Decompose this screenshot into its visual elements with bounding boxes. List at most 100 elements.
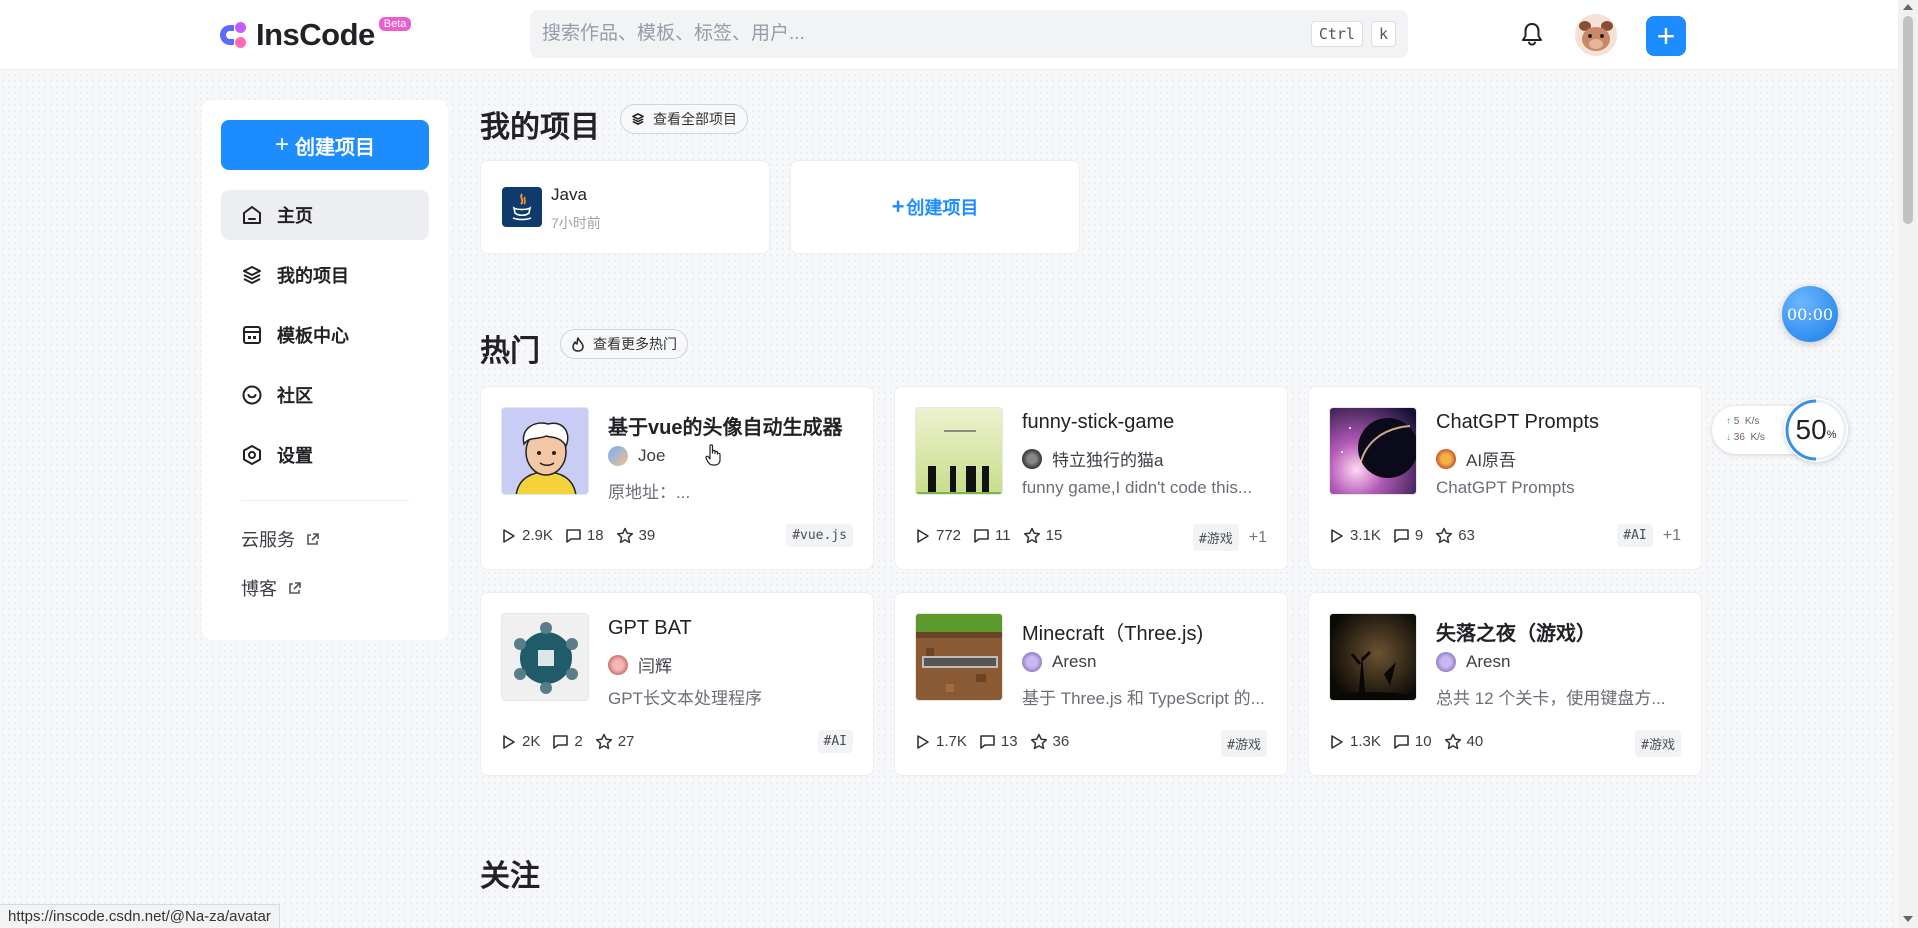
stars-stat[interactable]: 36: [1030, 733, 1069, 750]
add-button[interactable]: +: [1646, 16, 1686, 56]
external-link-icon: [289, 581, 301, 594]
sidebar-link-label: 博客: [241, 579, 277, 599]
card-stats: 1.7K 13 36: [915, 733, 1081, 750]
sidebar-link-label: 云服务: [241, 530, 295, 550]
card-author[interactable]: 特立独行的猫a: [1022, 446, 1163, 471]
sidebar-item-my-projects[interactable]: 我的项目: [221, 250, 429, 300]
comments-stat: 9: [1393, 527, 1423, 544]
search-input[interactable]: [542, 23, 1303, 45]
card-title: funny-stick-game: [1022, 411, 1175, 433]
download-speed: 36: [1733, 432, 1745, 443]
card-stats: 772 11 15: [915, 527, 1074, 544]
project-card[interactable]: funny-stick-game 特立独行的猫a funny game,I di…: [894, 386, 1288, 570]
tag[interactable]: #游戏: [1221, 730, 1267, 757]
stars-stat[interactable]: 63: [1435, 527, 1475, 544]
project-thumbnail: [1329, 613, 1417, 701]
shortcut-ctrl: Ctrl: [1310, 21, 1363, 47]
card-tags: #游戏: [1635, 730, 1681, 757]
author-name: Aresn: [1466, 652, 1511, 671]
logo[interactable]: InsCode Beta: [218, 15, 412, 55]
project-card[interactable]: 基于vue的头像自动生成器 Joe 原地址：... 2.9K 18 39 #vu…: [480, 386, 874, 570]
tag[interactable]: #AI: [1617, 524, 1653, 547]
project-card-java[interactable]: Java 7小时前: [480, 160, 770, 254]
scroll-down-arrow-icon[interactable]: [1903, 916, 1913, 922]
template-icon: [243, 326, 261, 344]
project-card[interactable]: Minecraft（Three.js) Aresn 基于 Three.js 和 …: [894, 592, 1288, 776]
card-tags: #vue.js: [786, 524, 853, 547]
sidebar: + 创建项目 主页 我的项目 模板中心 社区 设置 云服务 博客: [202, 100, 448, 640]
sidebar-link-cloud[interactable]: 云服务: [241, 526, 320, 552]
tag[interactable]: #AI: [817, 730, 853, 753]
tag[interactable]: #游戏: [1635, 730, 1681, 757]
view-more-hot-button[interactable]: 查看更多热门: [560, 329, 688, 359]
play-icon: [917, 528, 929, 543]
project-card[interactable]: ChatGPT Prompts AI原吾 ChatGPT Prompts 3.1…: [1308, 386, 1702, 570]
create-project-label: 创建项目: [295, 136, 375, 159]
card-title: GPT BAT: [608, 617, 692, 639]
stars-stat[interactable]: 15: [1023, 527, 1062, 544]
views-stat: 3.1K: [1329, 527, 1381, 544]
card-tags: #AI: [817, 730, 853, 753]
author-avatar: [608, 446, 628, 466]
card-description: funny game,I didn't code this...: [1022, 478, 1253, 497]
scrollbar-thumb[interactable]: [1903, 16, 1913, 224]
views-stat: 2K: [501, 733, 540, 750]
notification-bell-icon[interactable]: [1518, 20, 1546, 48]
author-name: 特立独行的猫a: [1052, 451, 1164, 470]
project-thumbnail: [1329, 407, 1417, 495]
card-tags: #游戏 +1: [1192, 524, 1267, 551]
card-author[interactable]: Aresn: [1436, 652, 1510, 672]
project-thumbnail: [915, 613, 1003, 701]
author-name: Aresn: [1052, 652, 1097, 671]
timer-widget[interactable]: 00:00: [1782, 286, 1838, 342]
stars-stat[interactable]: 39: [616, 527, 655, 544]
card-author[interactable]: AI原吾: [1436, 446, 1516, 471]
create-project-card[interactable]: + 创建项目: [790, 160, 1080, 254]
sidebar-item-home[interactable]: 主页: [221, 190, 429, 240]
sidebar-item-templates[interactable]: 模板中心: [221, 310, 429, 360]
card-author[interactable]: 闫辉: [608, 652, 672, 677]
plus-icon: +: [274, 131, 289, 158]
hand-cursor-icon: [705, 444, 721, 466]
author-avatar: [1022, 652, 1042, 672]
sidebar-item-community[interactable]: 社区: [221, 370, 429, 420]
card-author[interactable]: Joe: [608, 446, 665, 466]
cpu-gauge[interactable]: 50 %: [1784, 398, 1848, 462]
more-tags[interactable]: +1: [1249, 529, 1267, 547]
create-project-card-label: 创建项目: [906, 198, 979, 218]
sidebar-item-label: 设置: [277, 446, 313, 466]
page-scrollbar[interactable]: [1898, 0, 1918, 928]
project-card[interactable]: 失落之夜（游戏） Aresn 总共 12 个关卡，使用键盘方... 1.3K 1…: [1308, 592, 1702, 776]
more-tags[interactable]: +1: [1663, 527, 1681, 545]
card-description: 原地址：...: [608, 483, 691, 502]
download-arrow-icon: ↓: [1726, 432, 1731, 443]
stars-stat[interactable]: 27: [595, 733, 634, 750]
author-avatar: [1436, 652, 1456, 672]
comments-stat: 11: [973, 527, 1011, 544]
star-icon: [1444, 733, 1461, 750]
cpu-value: 50: [1795, 414, 1827, 445]
stars-stat[interactable]: 40: [1444, 733, 1483, 750]
author-name: 闫辉: [638, 657, 672, 676]
tag[interactable]: #游戏: [1192, 524, 1239, 551]
project-name: Java: [551, 185, 587, 204]
tag[interactable]: #vue.js: [786, 524, 853, 547]
user-avatar[interactable]: [1575, 14, 1617, 56]
comment-icon: [974, 528, 989, 543]
project-card[interactable]: GPT BAT 闫辉 GPT长文本处理程序 2K 2 27 #AI: [480, 592, 874, 776]
author-name: AI原吾: [1466, 451, 1517, 470]
card-description: GPT长文本处理程序: [608, 689, 762, 708]
upload-arrow-icon: ↑: [1726, 416, 1731, 427]
sidebar-link-blog[interactable]: 博客: [241, 575, 302, 601]
external-link-icon: [307, 532, 319, 545]
upload-unit: K/s: [1744, 416, 1760, 427]
card-title: Minecraft（Three.js): [1022, 623, 1204, 645]
sidebar-item-settings[interactable]: 设置: [221, 430, 429, 480]
scroll-up-arrow-icon[interactable]: [1903, 4, 1913, 10]
card-author[interactable]: Aresn: [1022, 652, 1096, 672]
cpu-unit: %: [1826, 429, 1837, 441]
create-project-button[interactable]: + 创建项目: [221, 120, 429, 170]
view-all-projects-button[interactable]: 查看全部项目: [620, 104, 748, 134]
search-bar[interactable]: Ctrl k: [530, 10, 1408, 58]
star-icon: [1023, 527, 1040, 544]
